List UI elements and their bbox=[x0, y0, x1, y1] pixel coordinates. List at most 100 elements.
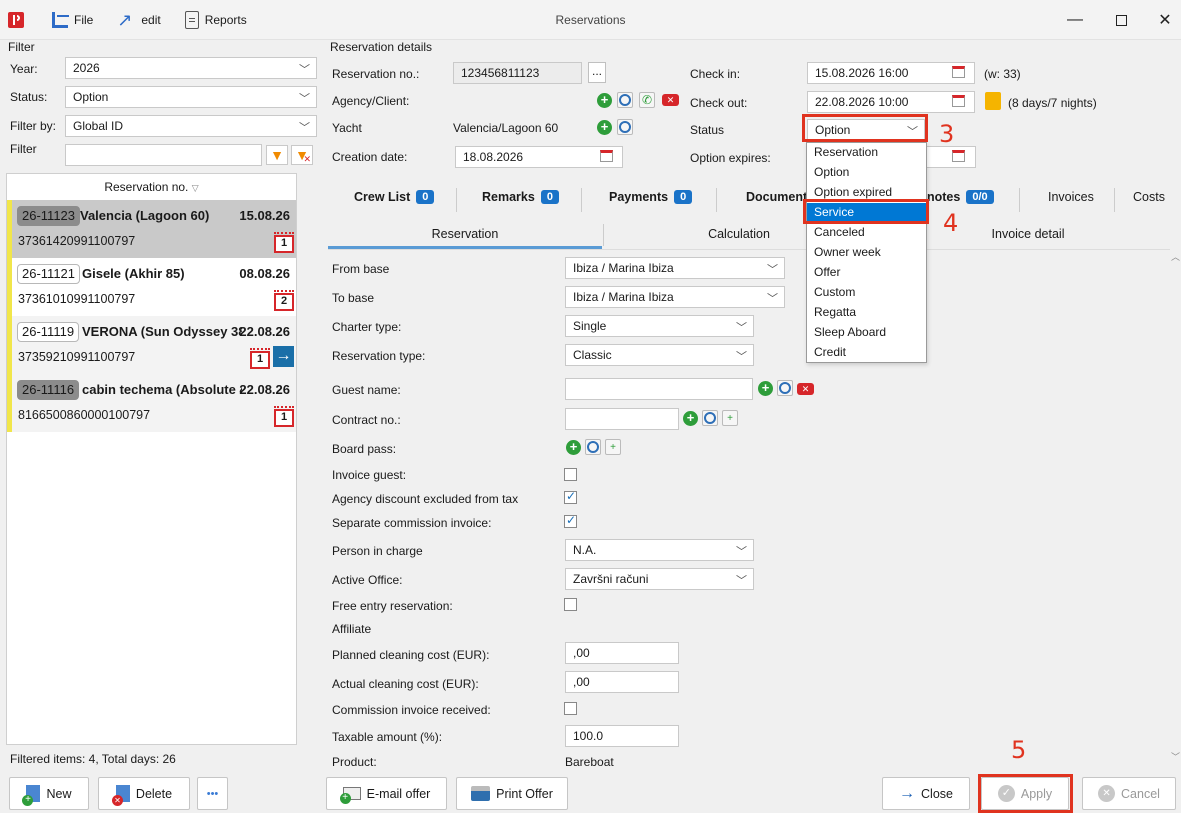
person-in-charge-select[interactable]: N.A. ﹀ bbox=[565, 539, 754, 561]
list-column-header[interactable]: Reservation no. ▽ bbox=[7, 174, 296, 200]
planned-cleaning-field[interactable]: ,00 bbox=[565, 642, 679, 664]
calendar-icon[interactable] bbox=[600, 150, 613, 162]
delete-document-icon: ✕ bbox=[111, 785, 130, 806]
calendar-icon[interactable] bbox=[952, 150, 965, 162]
tab-crew-list[interactable]: Crew List 0 bbox=[354, 190, 435, 204]
reservation-type-select[interactable]: Classic ﹀ bbox=[565, 344, 754, 366]
remove-icon[interactable]: ✕ bbox=[797, 383, 814, 395]
year-select[interactable]: 2026 ﹀ bbox=[65, 57, 317, 79]
actual-cleaning-field[interactable]: ,00 bbox=[565, 671, 679, 693]
browse-button[interactable]: ... bbox=[588, 62, 606, 83]
filter-by-select[interactable]: Global ID ﹀ bbox=[65, 115, 317, 137]
status-option[interactable]: Custom bbox=[807, 283, 926, 303]
scroll-down-icon[interactable]: ﹀ bbox=[1171, 750, 1180, 763]
tab-notes[interactable]: notes 0/0 bbox=[927, 190, 994, 204]
arrow-right-icon[interactable]: → bbox=[273, 346, 294, 367]
chevron-down-icon: ﹀ bbox=[299, 93, 310, 105]
tab-documents[interactable]: Document bbox=[746, 190, 807, 204]
separate-commission-checkbox[interactable] bbox=[564, 513, 577, 528]
option-expires-field[interactable] bbox=[925, 146, 976, 168]
tab-invoices[interactable]: Invoices bbox=[1048, 190, 1094, 204]
search-icon[interactable] bbox=[617, 119, 633, 135]
cancel-circle-icon: ✕ bbox=[1098, 785, 1116, 802]
close-button[interactable]: → Close bbox=[882, 777, 970, 810]
active-office-select[interactable]: Završni računi ﹀ bbox=[565, 568, 754, 590]
status-option[interactable]: Owner week bbox=[807, 243, 926, 263]
status-option[interactable]: Option bbox=[807, 163, 926, 183]
tab-payments[interactable]: Payments 0 bbox=[609, 190, 693, 204]
status-option[interactable]: Credit bbox=[807, 343, 926, 363]
reservation-date: 22.08.26 bbox=[239, 324, 290, 339]
add-icon[interactable]: + bbox=[683, 411, 698, 426]
add-icon[interactable]: + bbox=[597, 93, 612, 108]
tab-costs[interactable]: Costs bbox=[1133, 190, 1165, 204]
check-out-field[interactable]: 22.08.2026 10:00 bbox=[807, 91, 975, 113]
remove-icon[interactable]: ✕ bbox=[662, 94, 679, 106]
free-entry-checkbox[interactable] bbox=[564, 598, 577, 611]
print-offer-button[interactable]: Print Offer bbox=[456, 777, 568, 810]
status-option[interactable]: Regatta bbox=[807, 303, 926, 323]
yacht-value: Valencia/Lagoon 60 bbox=[453, 121, 559, 135]
status-option[interactable]: Sleep Aboard bbox=[807, 323, 926, 343]
cancel-button[interactable]: ✕ Cancel bbox=[1082, 777, 1176, 810]
status-option[interactable]: Reservation bbox=[807, 143, 926, 163]
reservation-no-field[interactable]: 123456811123 bbox=[453, 62, 582, 84]
scroll-up-icon[interactable]: ︿ bbox=[1171, 250, 1180, 263]
filter-text-input[interactable] bbox=[65, 144, 262, 166]
chevron-down-icon: ﹀ bbox=[767, 264, 778, 276]
status-filter-select[interactable]: Option ﹀ bbox=[65, 86, 317, 108]
add-icon[interactable]: + bbox=[597, 120, 612, 135]
minimize-button[interactable]: — bbox=[1052, 0, 1098, 40]
note-icon[interactable] bbox=[985, 92, 1001, 110]
tab-remarks[interactable]: Remarks 0 bbox=[482, 190, 559, 204]
list-item[interactable]: 26-11119 VERONA (Sun Odyssey 38 22.08.26… bbox=[7, 316, 296, 374]
close-window-button[interactable]: ✕ bbox=[1142, 0, 1181, 40]
status-dropdown-list[interactable]: Reservation Option Option expired Servic… bbox=[806, 142, 927, 363]
maximize-button[interactable] bbox=[1098, 0, 1144, 40]
list-item[interactable]: 26-11116 cabin techema (Absolute 4 22.08… bbox=[7, 374, 296, 432]
to-base-select[interactable]: Ibiza / Marina Ibiza ﹀ bbox=[565, 286, 785, 308]
search-icon[interactable] bbox=[617, 92, 633, 108]
creation-date-field[interactable]: 18.08.2026 bbox=[455, 146, 623, 168]
delete-button[interactable]: ✕ Delete bbox=[98, 777, 190, 810]
add-icon[interactable]: + bbox=[566, 440, 581, 455]
search-icon[interactable] bbox=[777, 380, 793, 396]
clear-filter-icon[interactable]: ▼ ✕ bbox=[291, 145, 313, 165]
annotation-step-4: 4 bbox=[943, 209, 959, 237]
subtab-reservation[interactable]: Reservation bbox=[328, 223, 602, 249]
email-offer-button[interactable]: + E-mail offer bbox=[326, 777, 447, 810]
guest-name-field[interactable] bbox=[565, 378, 753, 400]
apply-filter-icon[interactable]: ▼ bbox=[266, 145, 288, 165]
status-option[interactable]: Canceled bbox=[807, 223, 926, 243]
list-item[interactable]: 26-11121 Gisele (Akhir 85) 08.08.26 3736… bbox=[7, 258, 296, 316]
calendar-icon[interactable] bbox=[952, 66, 965, 78]
phone-icon[interactable]: ✆ bbox=[639, 92, 655, 108]
agency-discount-checkbox[interactable] bbox=[564, 489, 577, 504]
vertical-scrollbar[interactable]: ︿ ﹀ bbox=[1170, 250, 1181, 770]
new-document-icon: + bbox=[22, 785, 41, 806]
document-search-icon[interactable] bbox=[702, 410, 718, 426]
new-button[interactable]: + New bbox=[9, 777, 89, 810]
document-search-icon[interactable] bbox=[585, 439, 601, 455]
document-add-icon[interactable]: + bbox=[722, 410, 738, 426]
sort-icon: ▽ bbox=[191, 183, 199, 193]
contract-no-field[interactable] bbox=[565, 408, 679, 430]
charter-type-select[interactable]: Single ﹀ bbox=[565, 315, 754, 337]
check-in-field[interactable]: 15.08.2026 16:00 bbox=[807, 62, 975, 84]
commission-received-checkbox[interactable] bbox=[564, 702, 577, 715]
calendar-icon[interactable] bbox=[952, 95, 965, 107]
more-options-button[interactable]: ••• bbox=[197, 777, 228, 810]
reservation-list[interactable]: Reservation no. ▽ 26-11123 Valencia (Lag… bbox=[6, 173, 297, 745]
invoice-guest-checkbox[interactable] bbox=[564, 468, 577, 481]
add-icon[interactable]: + bbox=[758, 381, 773, 396]
charter-type-value: Single bbox=[573, 319, 607, 333]
list-item[interactable]: 26-11123 Valencia (Lagoon 60) 15.08.26 3… bbox=[7, 200, 296, 258]
reservation-type-label: Reservation type: bbox=[332, 349, 426, 363]
active-office-value: Završni računi bbox=[573, 572, 649, 586]
from-base-select[interactable]: Ibiza / Marina Ibiza ﹀ bbox=[565, 257, 785, 279]
taxable-amount-field[interactable]: 100.0 bbox=[565, 725, 679, 747]
status-option[interactable]: Offer bbox=[807, 263, 926, 283]
document-add-icon[interactable]: + bbox=[605, 439, 621, 455]
affiliate-label: Affiliate bbox=[332, 622, 372, 636]
annotation-step-3: 3 bbox=[939, 120, 955, 148]
